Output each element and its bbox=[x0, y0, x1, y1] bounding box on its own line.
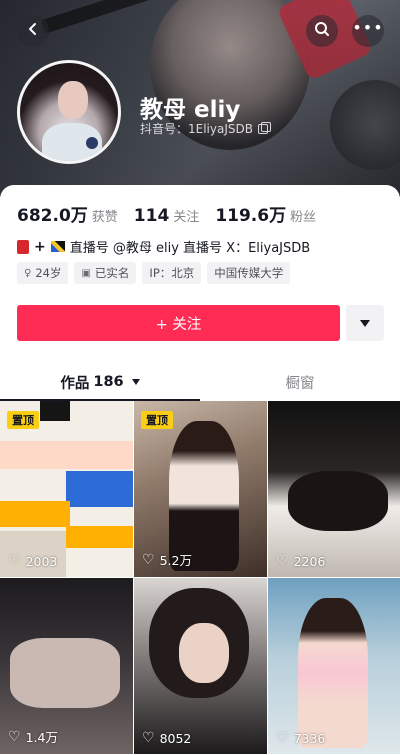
pinned-badge: 置顶 bbox=[7, 411, 39, 429]
thumb-figure bbox=[298, 598, 368, 748]
heart-icon: ♡ bbox=[8, 553, 21, 569]
triangle-down-icon bbox=[131, 379, 140, 385]
video-likes: ♡ 2206 bbox=[276, 553, 325, 569]
avatar[interactable] bbox=[17, 60, 121, 164]
stat-followers[interactable]: 119.6万 粉丝 bbox=[215, 201, 316, 226]
video-likes-count: 7336 bbox=[293, 730, 326, 746]
thumb-block bbox=[66, 526, 133, 548]
stat-following[interactable]: 114 关注 bbox=[134, 206, 200, 226]
video-likes-count: 2003 bbox=[25, 553, 58, 569]
tab-works[interactable]: 作品 186 bbox=[0, 363, 200, 401]
tag-school-text: 中国传媒大学 bbox=[214, 266, 284, 280]
thumb-block bbox=[40, 401, 70, 421]
thumb-block bbox=[66, 471, 133, 507]
thumb-figure bbox=[288, 471, 388, 531]
tab-works-count: 186 bbox=[93, 374, 124, 390]
tab-works-label: 作品 bbox=[60, 375, 90, 392]
heart-icon: ♡ bbox=[276, 553, 289, 569]
video-likes: ♡ 7336 bbox=[276, 730, 325, 746]
douyin-id-text: 抖音号：1EliyaJSDB bbox=[140, 122, 253, 136]
search-button[interactable] bbox=[306, 15, 338, 47]
search-icon bbox=[314, 21, 330, 42]
stat-followers-label: 粉丝 bbox=[290, 210, 317, 225]
female-icon: ♀ bbox=[24, 267, 32, 279]
thumb-figure bbox=[169, 421, 239, 571]
video-likes: ♡ 2003 bbox=[8, 553, 57, 569]
thumb-block bbox=[0, 501, 70, 527]
follow-button[interactable]: + 关注 bbox=[17, 305, 340, 341]
bio-text: 直播号 @教母 eliy 直播号 X：EliyaJSDB bbox=[69, 241, 311, 256]
video-likes-count: 1.4万 bbox=[25, 730, 58, 745]
heart-icon: ♡ bbox=[276, 730, 289, 746]
thumb-block bbox=[0, 441, 133, 469]
pinned-badge: 置顶 bbox=[141, 411, 173, 429]
thumb-figure bbox=[179, 623, 229, 683]
video-tile[interactable]: 置顶 ♡ 2003 bbox=[0, 401, 133, 577]
video-likes: ♡ 1.4万 bbox=[8, 727, 58, 746]
triangle-down-icon bbox=[360, 319, 370, 327]
back-button[interactable] bbox=[17, 15, 49, 47]
back-arrow-icon bbox=[26, 21, 40, 41]
profile-content: 682.0万 获赞 114 关注 119.6万 粉丝 + 直播号 @教母 eli… bbox=[0, 185, 400, 755]
stat-following-label: 关注 bbox=[173, 210, 200, 225]
stats-row: 682.0万 获赞 114 关注 119.6万 粉丝 bbox=[17, 201, 332, 226]
red-emoji-icon bbox=[17, 239, 29, 254]
video-tile[interactable]: ♡ 8052 bbox=[134, 578, 267, 754]
video-likes-count: 8052 bbox=[159, 730, 192, 746]
tag-school[interactable]: 中国传媒大学 bbox=[207, 262, 291, 284]
video-tile[interactable]: ♡ 1.4万 bbox=[0, 578, 133, 754]
profile-tabs: 作品 186 橱窗 bbox=[0, 363, 400, 401]
avatar-badge bbox=[86, 137, 98, 149]
id-card-icon: ▣ bbox=[81, 267, 91, 279]
more-dots-icon: ••• bbox=[352, 18, 384, 37]
video-likes: ♡ 8052 bbox=[142, 730, 191, 746]
more-button[interactable]: ••• bbox=[352, 15, 384, 47]
tag-age-text: 24岁 bbox=[35, 266, 62, 280]
video-likes-count: 5.2万 bbox=[159, 553, 192, 568]
tag-ip-text: IP：北京 bbox=[149, 266, 195, 280]
heart-icon: ♡ bbox=[142, 730, 155, 746]
stat-following-value: 114 bbox=[133, 206, 170, 226]
profile-tags: ♀ 24岁 ▣ 已实名 IP：北京 中国传媒大学 bbox=[17, 262, 291, 284]
douyin-id-row[interactable]: 抖音号：1EliyaJSDB bbox=[140, 120, 271, 137]
tag-verified-text: 已实名 bbox=[94, 266, 130, 280]
video-likes-count: 2206 bbox=[293, 553, 326, 569]
bio: + 直播号 @教母 eliy 直播号 X：EliyaJSDB bbox=[17, 237, 310, 256]
avatar-face bbox=[58, 81, 88, 119]
tab-window[interactable]: 橱窗 bbox=[200, 363, 400, 401]
video-tile[interactable]: ♡ 7336 bbox=[268, 578, 400, 754]
video-tile[interactable]: 置顶 ♡ 5.2万 bbox=[134, 401, 267, 577]
stat-followers-value: 119.6万 bbox=[215, 206, 287, 226]
stat-likes[interactable]: 682.0万 获赞 bbox=[17, 201, 118, 226]
tag-verified: ▣ 已实名 bbox=[74, 262, 137, 284]
profile-name: 教母 eliy bbox=[140, 97, 241, 123]
recommend-dropdown-button[interactable] bbox=[346, 305, 384, 341]
heart-icon: ♡ bbox=[142, 551, 155, 568]
profile-header-background: ••• 教母 eliy 抖音号：1EliyaJSDB bbox=[0, 0, 400, 200]
video-likes: ♡ 5.2万 bbox=[142, 550, 192, 569]
video-tile[interactable]: ♡ 2206 bbox=[268, 401, 400, 577]
tag-ip: IP：北京 bbox=[142, 262, 202, 284]
tag-age: ♀ 24岁 bbox=[17, 262, 69, 284]
heart-icon: ♡ bbox=[8, 728, 21, 745]
thumb-figure bbox=[10, 638, 120, 708]
stat-likes-value: 682.0万 bbox=[17, 206, 88, 226]
flag-emoji-icon bbox=[50, 241, 65, 252]
stat-likes-label: 获赞 bbox=[91, 210, 118, 225]
copy-icon[interactable] bbox=[257, 121, 271, 134]
plus-emoji-icon: + bbox=[34, 238, 46, 255]
